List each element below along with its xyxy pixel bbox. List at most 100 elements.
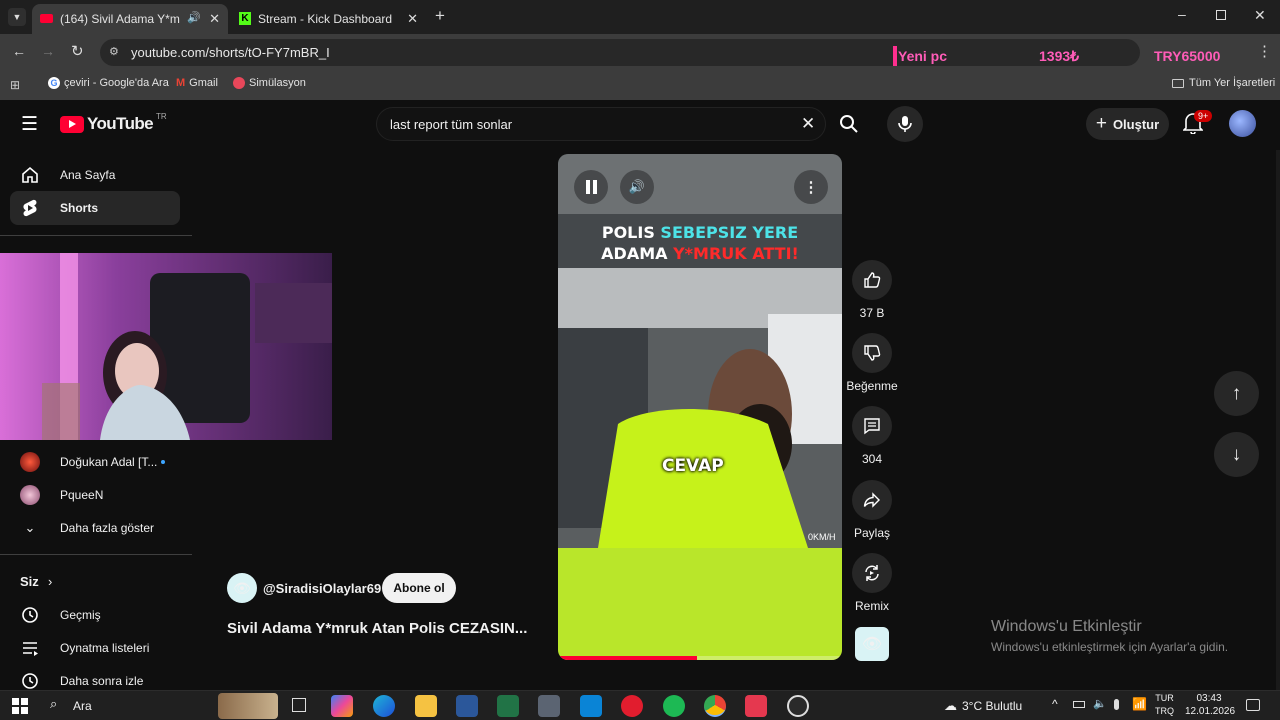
taskbar-search[interactable]: ⌕ Ara xyxy=(40,693,280,719)
caption-highlight: SEBEPSIZ YERE xyxy=(660,223,799,242)
channel-name[interactable]: @SiradisiOlaylar69 xyxy=(263,581,381,596)
clock[interactable]: 03:43 12.01.2026 xyxy=(1185,692,1236,718)
sidebar-item-history[interactable]: Geçmiş xyxy=(10,598,180,632)
comments-button[interactable]: 304 xyxy=(846,406,898,466)
eye-icon: 👁 xyxy=(233,579,251,596)
share-button[interactable]: Paylaş xyxy=(846,480,898,540)
chevron-down-icon: ⌄ xyxy=(24,520,36,535)
excel-icon[interactable] xyxy=(497,695,519,717)
volume-icon[interactable]: 🔈 xyxy=(1093,697,1107,710)
tab-kick[interactable]: K Stream - Kick Dashboard ✕ xyxy=(230,4,426,34)
file-explorer-icon[interactable] xyxy=(415,695,437,717)
minimize-icon[interactable]: – xyxy=(1178,6,1186,22)
live-dot-icon xyxy=(161,460,165,464)
volume-button[interactable]: 🔊 xyxy=(620,170,654,204)
subscribe-button[interactable]: Abone ol xyxy=(382,573,456,603)
address-bar-row: ← → ↻ ⚙ youtube.com/shorts/tO-FY7mBR_I Y… xyxy=(0,34,1280,70)
windows-start-icon[interactable] xyxy=(12,698,28,714)
microphone-icon[interactable] xyxy=(1114,699,1119,710)
sidebar-item-home[interactable]: Ana Sayfa xyxy=(10,158,180,192)
playlist-icon xyxy=(23,642,38,656)
tab-youtube[interactable]: (164) Sivil Adama Y*mruk A 🔊 ✕ xyxy=(32,4,228,34)
channel-avatar[interactable]: 👁 xyxy=(227,573,257,603)
arrow-down-icon: ↓ xyxy=(1231,443,1242,465)
dislike-button[interactable]: Beğenme xyxy=(846,333,898,393)
clock-date: 12.01.2026 xyxy=(1185,706,1236,717)
tab-search-button[interactable]: ▼ xyxy=(8,8,26,26)
new-tab-icon[interactable]: + xyxy=(435,6,445,26)
sidebar-item-you[interactable]: Siz › xyxy=(10,564,180,598)
close-tab-icon[interactable]: ✕ xyxy=(407,11,418,27)
sidebar-item-subscription[interactable]: PqueeN xyxy=(10,478,180,512)
close-tab-icon[interactable]: ✕ xyxy=(209,11,220,27)
history-icon xyxy=(22,607,38,623)
video-progress-track[interactable] xyxy=(558,656,842,660)
create-button[interactable]: + Oluştur xyxy=(1086,108,1169,140)
voice-search-button[interactable] xyxy=(887,106,923,142)
dislike-label: Beğenme xyxy=(846,379,898,393)
like-button[interactable]: 37 B xyxy=(846,260,898,320)
channel-avatar xyxy=(20,485,40,505)
scrollbar[interactable] xyxy=(1276,150,1280,690)
calculator-icon[interactable] xyxy=(538,695,560,717)
sidebar-item-subscription[interactable]: Doğukan Adal [T... xyxy=(10,445,180,479)
short-more-button[interactable]: ⋮ xyxy=(794,170,828,204)
short-title[interactable]: Sivil Adama Y*mruk Atan Polis CEZASIN... xyxy=(227,620,527,637)
task-view-icon[interactable] xyxy=(292,698,306,712)
comment-count: 304 xyxy=(861,452,883,466)
bookmark-google[interactable]: G çeviri - Google'da Ara xyxy=(48,77,169,89)
caption-word: ADAMA xyxy=(601,244,668,263)
copilot-icon[interactable] xyxy=(331,695,353,717)
obs-icon[interactable] xyxy=(787,695,809,717)
bookmark-gmail[interactable]: M Gmail xyxy=(176,77,218,89)
store-icon[interactable] xyxy=(580,695,602,717)
speaker-icon[interactable]: 🔊 xyxy=(187,11,201,24)
sidebar-item-shorts[interactable]: Shorts xyxy=(10,191,180,225)
stream-overlay: Yeni pc 1393₺ TRY65000 xyxy=(893,46,1243,66)
edge-icon[interactable] xyxy=(373,695,395,717)
youtube-logo[interactable]: YouTube TR xyxy=(60,112,167,134)
all-bookmarks[interactable]: Tüm Yer İşaretleri xyxy=(1172,77,1275,89)
word-icon[interactable] xyxy=(456,695,478,717)
search-button[interactable] xyxy=(826,107,874,141)
app-icon[interactable] xyxy=(745,695,767,717)
reload-icon[interactable]: ↻ xyxy=(71,42,84,60)
notification-center-icon[interactable] xyxy=(1246,699,1260,711)
search-input[interactable]: last report tüm sonlar ✕ xyxy=(376,107,826,141)
battery-icon[interactable] xyxy=(1073,701,1085,708)
next-short-button[interactable]: ↓ xyxy=(1214,432,1259,477)
menu-icon[interactable]: ☰ xyxy=(21,113,38,136)
tray-chevron-icon[interactable]: ^ xyxy=(1052,697,1058,711)
gmail-icon: M xyxy=(176,77,186,89)
sidebar-item-show-more[interactable]: ⌄ Daha fazla göster xyxy=(10,511,180,545)
chevron-down-icon: ▼ xyxy=(12,12,22,22)
close-window-icon[interactable]: ✕ xyxy=(1254,7,1266,24)
language-indicator[interactable]: TUR TRQ xyxy=(1155,692,1174,718)
notifications-button[interactable]: 9+ xyxy=(1182,110,1213,138)
bookmark-simulasyon[interactable]: Simülasyon xyxy=(233,77,306,89)
spotify-icon[interactable] xyxy=(663,695,685,717)
apps-icon[interactable]: ⊞ xyxy=(10,78,20,92)
chrome-icon[interactable] xyxy=(704,695,726,717)
tab-kick-label: Stream - Kick Dashboard xyxy=(258,12,393,26)
arrow-up-icon: ↑ xyxy=(1231,382,1242,404)
maximize-icon[interactable] xyxy=(1216,10,1226,20)
forward-icon[interactable]: → xyxy=(41,43,55,59)
site-info-icon[interactable]: ⚙ xyxy=(109,45,119,58)
avatar[interactable] xyxy=(1229,110,1256,137)
remix-button[interactable]: Remix xyxy=(846,553,898,613)
sidebar-item-playlists[interactable]: Oynatma listeleri xyxy=(10,631,180,665)
pause-button[interactable] xyxy=(574,170,608,204)
weather-widget[interactable]: ☁ 3°C Bulutlu xyxy=(944,698,1022,714)
channel-row: 👁 @SiradisiOlaylar69 Abone ol xyxy=(227,573,557,603)
back-icon[interactable]: ← xyxy=(12,43,26,59)
short-player[interactable]: 🔊 ⋮ POLIS SEBEPSIZ YERE ADAMA Y*MRUK ATT… xyxy=(558,154,842,660)
network-icon[interactable]: 📶 xyxy=(1132,697,1147,711)
sidebar-divider xyxy=(0,235,192,236)
sound-thumbnail[interactable]: 👁 xyxy=(855,627,889,661)
clear-search-icon[interactable]: ✕ xyxy=(801,114,815,134)
opera-icon[interactable] xyxy=(621,695,643,717)
more-menu-icon[interactable]: ⋮ xyxy=(1257,42,1272,60)
previous-short-button[interactable]: ↑ xyxy=(1214,371,1259,416)
channel-avatar xyxy=(20,452,40,472)
